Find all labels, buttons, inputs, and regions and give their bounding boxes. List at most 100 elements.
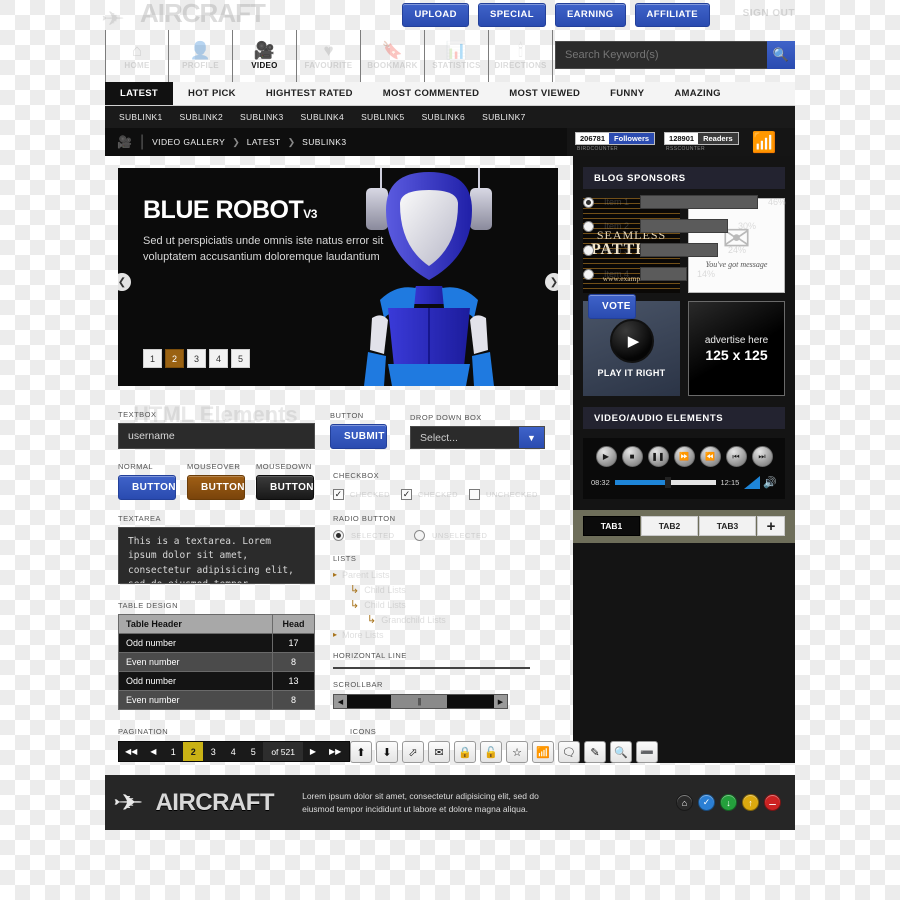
scrollbar-track[interactable]: ||| — [347, 695, 494, 708]
page-1[interactable]: 1 — [163, 742, 183, 761]
envelope-icon[interactable]: ✉ — [428, 741, 450, 763]
sublink-7[interactable]: SUBLINK7 — [482, 112, 526, 122]
list-item[interactable]: ▸ More Lists — [333, 627, 543, 642]
scrollbar-thumb[interactable]: ||| — [391, 695, 447, 708]
minus-circle-icon[interactable]: ➖ — [636, 741, 658, 763]
nav-item-directions[interactable]: 🕯 DIRECTIONS — [489, 30, 553, 82]
rss-icon[interactable]: 📶 — [532, 741, 554, 763]
list-item[interactable]: ↳ Child Lists — [333, 582, 543, 597]
poll-option[interactable]: Item 3 24% — [583, 238, 798, 262]
checkbox-3[interactable] — [469, 489, 480, 500]
next-page-button[interactable]: ▶ — [303, 742, 323, 761]
chevron-down-icon[interactable]: ▼ — [519, 427, 544, 448]
page-3[interactable]: 3 — [203, 742, 223, 761]
special-button[interactable]: SPECIAL — [477, 3, 546, 27]
breadcrumb-item-latest[interactable]: LATEST — [247, 137, 281, 147]
rewind-icon[interactable]: ⏪ — [699, 446, 721, 467]
progress-slider[interactable] — [614, 477, 716, 488]
slider-page-5[interactable]: 5 — [231, 349, 250, 368]
minus-icon[interactable]: ⚊ — [764, 794, 781, 811]
search-icon[interactable]: 🔍 — [610, 741, 632, 763]
tab-funny[interactable]: FUNNY — [595, 82, 659, 105]
upload-button[interactable]: UPLOAD — [402, 3, 469, 27]
tab-most-viewed[interactable]: MOST VIEWED — [494, 82, 595, 105]
slider-page-4[interactable]: 4 — [209, 349, 228, 368]
sidebar-tab-3[interactable]: TAB3 — [699, 516, 756, 536]
fast-forward-icon[interactable]: ⏩ — [673, 446, 695, 467]
nav-item-statistics[interactable]: 📊 STATISTICS — [425, 30, 489, 82]
nav-item-favourite[interactable]: ♥ FAVOURITE — [297, 30, 361, 82]
slider-page-3[interactable]: 3 — [187, 349, 206, 368]
tab-amazing[interactable]: AMAZING — [659, 82, 735, 105]
arrow-left-icon[interactable]: ◀ — [334, 695, 347, 708]
tab-hot-pick[interactable]: HOT PICK — [173, 82, 251, 105]
list-item[interactable]: ▸ Parent Lists — [333, 567, 543, 582]
lock-closed-icon[interactable]: 🔒 — [454, 741, 476, 763]
rss-counter[interactable]: 128901 Readers RSSCOUNTER — [664, 132, 739, 152]
poll-radio-3[interactable] — [583, 244, 594, 256]
sidebar-tab-1[interactable]: TAB1 — [583, 516, 640, 536]
pencil-icon[interactable]: ✎ — [584, 741, 606, 763]
search-icon[interactable]: 🔍 — [767, 41, 795, 69]
vote-button[interactable]: VOTE — [588, 294, 636, 319]
list-item[interactable]: ↳ Child Lists — [333, 597, 543, 612]
add-tab-button[interactable]: + — [757, 516, 785, 536]
lock-open-icon[interactable]: 🔓 — [480, 741, 502, 763]
home-icon[interactable]: ⌂ — [676, 794, 693, 811]
poll-radio-4[interactable] — [583, 268, 594, 280]
button-mousedown[interactable]: BUTTON — [256, 475, 314, 500]
signout-link[interactable]: SIGN OUT — [743, 8, 795, 19]
sublink-5[interactable]: SUBLINK5 — [361, 112, 405, 122]
sublink-2[interactable]: SUBLINK2 — [180, 112, 224, 122]
tab-latest[interactable]: LATEST — [105, 82, 174, 105]
page-2[interactable]: 2 — [183, 742, 204, 761]
sublink-4[interactable]: SUBLINK4 — [301, 112, 345, 122]
arrow-up-icon[interactable]: ⬆ — [350, 741, 372, 763]
slider-page-1[interactable]: 1 — [143, 349, 162, 368]
sublink-1[interactable]: SUBLINK1 — [119, 112, 163, 122]
button-mouseover[interactable]: BUTTON — [187, 475, 245, 500]
nav-item-home[interactable]: ⌂ HOME — [105, 30, 169, 82]
poll-radio-1[interactable] — [583, 196, 594, 208]
earning-button[interactable]: EARNING — [554, 3, 626, 27]
skip-back-icon[interactable]: ⏮ — [725, 446, 747, 467]
progress-knob[interactable] — [665, 477, 672, 488]
radio-unselected[interactable] — [414, 530, 425, 541]
arrow-up-icon[interactable]: ↑ — [742, 794, 759, 811]
arrow-diagonal-icon[interactable]: ⬀ — [402, 741, 424, 763]
poll-option[interactable]: Item 4 14% — [583, 262, 798, 286]
checkbox-2[interactable]: ✓ — [401, 489, 412, 500]
breadcrumb-item-gallery[interactable]: VIDEO GALLERY — [152, 137, 225, 147]
nav-item-profile[interactable]: 👤 PROFILE — [169, 30, 233, 82]
nav-item-bookmark[interactable]: 🔖 BOOKMARK — [361, 30, 425, 82]
page-4[interactable]: 4 — [223, 742, 243, 761]
sidebar-tab-2[interactable]: TAB2 — [641, 516, 698, 536]
bird-counter[interactable]: 206781 Followers BIRDCOUNTER — [575, 132, 656, 152]
arrow-down-icon[interactable]: ⬇ — [376, 741, 398, 763]
button-normal[interactable]: BUTTON — [118, 475, 176, 500]
checkbox-1[interactable]: ✓ — [333, 489, 344, 500]
arrow-right-icon[interactable]: ▶ — [494, 695, 507, 708]
comment-icon[interactable]: 🗨 — [558, 741, 580, 763]
arrow-down-icon[interactable]: ↓ — [720, 794, 737, 811]
submit-button[interactable]: SUBMIT — [330, 424, 387, 449]
poll-option[interactable]: Item 1 46% — [583, 190, 798, 214]
tab-most-commented[interactable]: MOST COMMENTED — [368, 82, 495, 105]
horizontal-scrollbar[interactable]: ◀ ||| ▶ — [333, 694, 508, 709]
slider-page-2[interactable]: 2 — [165, 349, 184, 368]
pause-icon[interactable]: ❚❚ — [647, 446, 669, 467]
prev-page-button[interactable]: ◀ — [143, 742, 163, 761]
poll-radio-2[interactable] — [583, 220, 594, 232]
play-icon[interactable]: ▶ — [595, 446, 617, 467]
description-textarea[interactable]: This is a textarea. Lorem ipsum dolor si… — [118, 527, 315, 584]
check-icon[interactable]: ✓ — [698, 794, 715, 811]
tab-hightest-rated[interactable]: HIGHTEST RATED — [251, 82, 368, 105]
speaker-icon[interactable]: 🔊 — [763, 476, 777, 489]
chevron-right-icon[interactable]: ❯ — [545, 273, 558, 291]
poll-option[interactable]: Item 2 30% — [583, 214, 798, 238]
radio-selected[interactable] — [333, 530, 344, 541]
first-page-button[interactable]: ◀◀ — [119, 742, 143, 761]
list-item[interactable]: ↳ Grandchild Lists — [333, 612, 543, 627]
page-5[interactable]: 5 — [243, 742, 263, 761]
skip-forward-icon[interactable]: ⏭ — [751, 446, 773, 467]
